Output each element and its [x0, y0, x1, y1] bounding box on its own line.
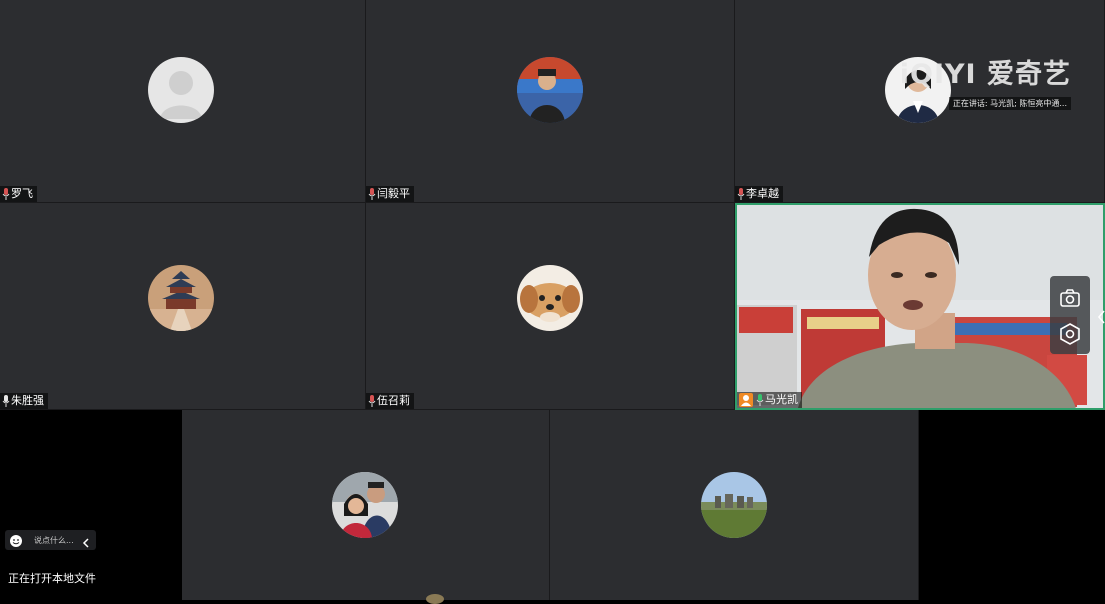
participant-name: 马光凯 [765, 393, 798, 406]
mic-muted-icon [737, 188, 745, 200]
participant-nametag: 闫毅平 [366, 186, 414, 202]
mic-on-icon [756, 394, 764, 406]
dog-avatar [517, 265, 583, 331]
chat-input-bar[interactable]: 说点什么... [5, 530, 96, 550]
participant-tile[interactable] [182, 410, 550, 600]
temple-avatar [148, 265, 214, 331]
status-message: 正在打开本地文件 [8, 572, 96, 585]
partial-avatar [426, 594, 444, 604]
mic-muted-icon [368, 395, 376, 407]
participant-name: 李卓越 [746, 187, 779, 200]
host-badge-icon [739, 393, 753, 407]
mic-muted-icon [2, 188, 10, 200]
hexagon-settings-icon[interactable] [1058, 322, 1082, 346]
participant-nametag: 朱胜强 [0, 393, 48, 409]
chat-input[interactable]: 说点什么... [34, 535, 80, 546]
participant-nametag: 李卓越 [735, 186, 783, 202]
participant-tile[interactable]: 闫毅平 [366, 0, 735, 203]
participant-name: 朱胜强 [11, 394, 44, 407]
iqiyi-watermark: iQIYI 爱奇艺 正在讲话: 马光凯; 陈恒亮中通... [900, 52, 1071, 110]
chevron-left-icon[interactable] [1097, 309, 1105, 324]
participant-avatar [517, 57, 583, 123]
landscape-avatar [701, 472, 767, 538]
default-avatar [148, 57, 214, 123]
participant-tile[interactable]: 罗飞 [0, 0, 366, 203]
participant-name: 闫毅平 [377, 187, 410, 200]
participant-tile[interactable] [550, 410, 919, 600]
camera-icon[interactable] [1058, 286, 1082, 310]
participant-tile[interactable]: 朱胜强 [0, 203, 366, 410]
mic-on-icon [2, 395, 10, 407]
participant-nametag: 马光凯 [737, 392, 802, 408]
family-avatar [332, 472, 398, 538]
watermark-logo: iQIYI 爱奇艺 [899, 59, 1071, 90]
speaking-indicator: 正在讲话: 马光凯; 陈恒亮中通... [948, 97, 1071, 110]
emoji-icon[interactable] [9, 533, 23, 547]
participant-tile[interactable]: 伍召莉 [366, 203, 735, 410]
mic-muted-icon [368, 188, 376, 200]
participant-nametag: 罗飞 [0, 186, 37, 202]
collapse-chat-icon[interactable] [80, 534, 92, 548]
participant-name: 罗飞 [11, 187, 33, 200]
video-side-controls [1050, 276, 1090, 354]
participant-nametag: 伍召莉 [366, 393, 414, 409]
participant-name: 伍召莉 [377, 394, 410, 407]
